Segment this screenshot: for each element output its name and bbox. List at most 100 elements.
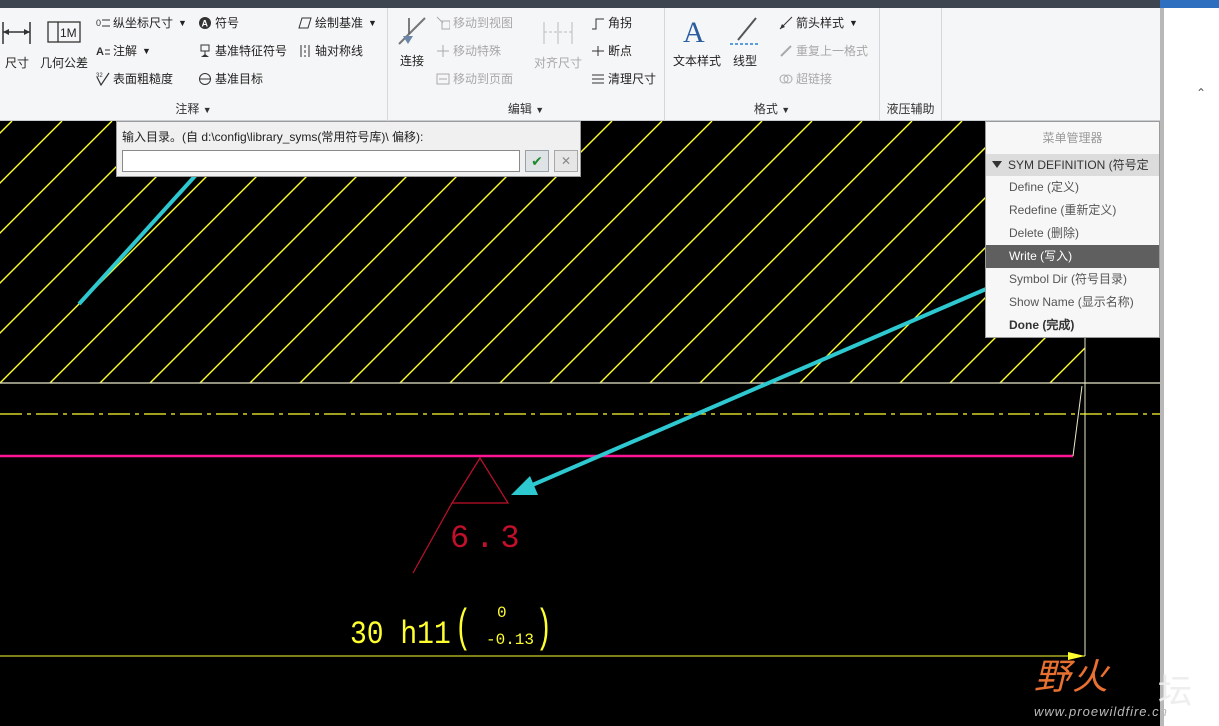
accept-button[interactable]: ✔: [525, 150, 549, 172]
arrow-style-dropdown-icon[interactable]: ▼: [849, 18, 858, 28]
svg-text:A: A: [683, 16, 705, 48]
align-dimensions-button[interactable]: 对齐尺寸: [528, 16, 588, 71]
axis-of-symmetry-button[interactable]: 轴对称线: [298, 42, 363, 59]
collapse-triangle-icon: [992, 161, 1002, 168]
hatch-line: [699, 121, 963, 383]
symbol-button[interactable]: A 符号: [198, 14, 239, 31]
clean-dimensions-label: 清理尺寸: [608, 72, 657, 86]
format-group-label[interactable]: 格式 ▼: [665, 100, 879, 117]
axis-of-symmetry-icon: [298, 44, 312, 58]
move-to-view-label: 移动到视图: [453, 16, 514, 30]
watermark-brand-left: 野火: [1034, 656, 1111, 697]
directory-input-dialog: 输入目录。(自 d:\config\library_syms(常用符号库)\ 偏…: [116, 121, 581, 177]
dimension-icon: [0, 16, 34, 50]
datum-feature-symbol-button[interactable]: 基准特征符号: [198, 42, 287, 59]
paren-left: (: [458, 601, 467, 652]
roughness-value: 6.3: [450, 520, 526, 557]
cancel-button[interactable]: ✕: [554, 150, 578, 172]
dialog-prompt: 输入目录。(自 d:\config\library_syms(常用符号库)\ 偏…: [122, 130, 424, 144]
move-to-view-icon: [436, 16, 451, 30]
directory-input[interactable]: [122, 150, 520, 172]
edit-group-label[interactable]: 编辑 ▼: [388, 100, 664, 117]
hyperlink-label: 超链接: [796, 72, 833, 86]
annotation-arrow-symbol: [511, 265, 1011, 495]
watermark-url: www.proewildfire.cn: [1034, 704, 1168, 719]
annotation-group: 尺寸 1M 几何公差 0 纵坐标尺寸 ▼ A 注解 ▼ 32 表面粗糙度 A 符…: [0, 8, 388, 121]
menu-manager: 菜单管理器 SYM DEFINITION (符号定 Define (定义) Re…: [985, 121, 1160, 338]
note-dropdown-icon[interactable]: ▼: [142, 46, 151, 56]
move-to-page-button[interactable]: 移动到页面: [436, 70, 513, 87]
connect-button[interactable]: 连接: [394, 14, 430, 69]
jog-button[interactable]: 角拐: [591, 14, 632, 31]
line-style-icon: [728, 14, 762, 48]
breakpoint-button[interactable]: 断点: [591, 42, 632, 59]
menu-item-redefine[interactable]: Redefine (重新定义): [986, 199, 1159, 222]
geometric-tolerance-button[interactable]: 1M 几何公差: [38, 16, 90, 71]
right-side-panel: ⌃: [1160, 8, 1219, 726]
svg-text:32: 32: [96, 73, 103, 79]
repeat-last-format-label: 重复上一格式: [796, 44, 869, 58]
clean-dimensions-button[interactable]: 清理尺寸: [591, 70, 656, 87]
edit-group: 连接 移动到视图 移动特殊 移动到页面 对齐尺寸 角拐 断点 清理尺寸 编辑 ▼: [388, 8, 665, 121]
geometric-tolerance-label: 几何公差: [39, 56, 88, 70]
move-to-page-icon: [436, 72, 450, 86]
svg-text:1M: 1M: [60, 26, 77, 40]
text-style-button[interactable]: A 文本样式: [671, 14, 723, 69]
connect-icon: [395, 14, 429, 48]
dimension-annotation: 30 h11 ( 0 -0.13 ): [350, 601, 549, 654]
arrow-style-label: 箭头样式: [796, 16, 845, 30]
surface-finish-button[interactable]: 32 表面粗糙度: [96, 70, 173, 87]
site-watermark: 野火 坛 www.proewildfire.cn: [1030, 640, 1205, 726]
sketched-datum-button[interactable]: 绘制基准 ▼: [298, 14, 377, 31]
move-special-button[interactable]: 移动特殊: [436, 42, 501, 59]
annotation-group-label[interactable]: 注释 ▼: [0, 100, 387, 117]
svg-text:A: A: [96, 46, 104, 58]
menu-item-done[interactable]: Done (完成): [986, 314, 1159, 337]
repeat-last-format-button[interactable]: 重复上一格式: [779, 42, 868, 59]
ribbon-toolbar: 尺寸 1M 几何公差 0 纵坐标尺寸 ▼ A 注解 ▼ 32 表面粗糙度 A 符…: [0, 8, 1160, 121]
dimension-label: 尺寸: [4, 56, 29, 70]
line-style-button[interactable]: 线型: [727, 14, 763, 69]
jog-icon: [591, 16, 605, 30]
move-special-label: 移动特殊: [453, 44, 502, 58]
svg-text:A: A: [202, 18, 209, 28]
annotation-group-chevron-icon: ▼: [202, 105, 212, 115]
menu-item-symbol-dir[interactable]: Symbol Dir (符号目录): [986, 268, 1159, 291]
dimension-button[interactable]: 尺寸: [0, 16, 34, 71]
sym-definition-label: SYM DEFINITION (符号定: [1008, 158, 1149, 172]
geometric-tolerance-icon: 1M: [46, 16, 82, 50]
menu-item-delete[interactable]: Delete (删除): [986, 222, 1159, 245]
ordinate-dimension-icon: 0: [96, 16, 110, 30]
align-dimensions-label: 对齐尺寸: [533, 56, 582, 70]
sym-definition-header[interactable]: SYM DEFINITION (符号定: [986, 154, 1159, 176]
text-style-icon: A: [680, 14, 714, 49]
sketched-datum-dropdown-icon[interactable]: ▼: [368, 18, 377, 28]
tolerance-upper: 0: [497, 604, 507, 622]
paren-right: ): [540, 601, 549, 652]
note-label: 注解: [113, 44, 138, 58]
note-button[interactable]: A 注解 ▼: [96, 42, 151, 59]
close-icon: ✕: [560, 154, 572, 168]
menu-item-write[interactable]: Write (写入): [986, 245, 1159, 268]
menu-item-show-name[interactable]: Show Name (显示名称): [986, 291, 1159, 314]
hatch-line: [0, 121, 13, 134]
jog-label: 角拐: [608, 16, 633, 30]
arrow-style-button[interactable]: 箭头样式 ▼: [779, 14, 858, 31]
symbol-label: 符号: [215, 16, 240, 30]
datum-target-label: 基准目标: [215, 72, 264, 86]
collapse-ribbon-icon[interactable]: ⌃: [1196, 86, 1206, 100]
ordinate-dimension-button[interactable]: 0 纵坐标尺寸 ▼: [96, 14, 187, 31]
move-to-view-button[interactable]: 移动到视图: [436, 14, 513, 31]
window-title-bar-accent: [1160, 0, 1219, 8]
hatch-line: [549, 121, 813, 383]
dimension-text: 30 h11: [350, 617, 451, 653]
menu-item-define[interactable]: Define (定义): [986, 176, 1159, 199]
ordinate-dropdown-icon[interactable]: ▼: [178, 18, 187, 28]
datum-target-button[interactable]: 基准目标: [198, 70, 263, 87]
arrow-style-icon: [779, 16, 793, 30]
hyperlink-button[interactable]: 超链接: [779, 70, 832, 87]
hydraulic-group-label[interactable]: 液压辅助: [880, 100, 941, 117]
move-special-icon: [436, 44, 450, 58]
symbol-icon: A: [198, 16, 212, 30]
checkmark-icon: ✔: [531, 153, 543, 169]
